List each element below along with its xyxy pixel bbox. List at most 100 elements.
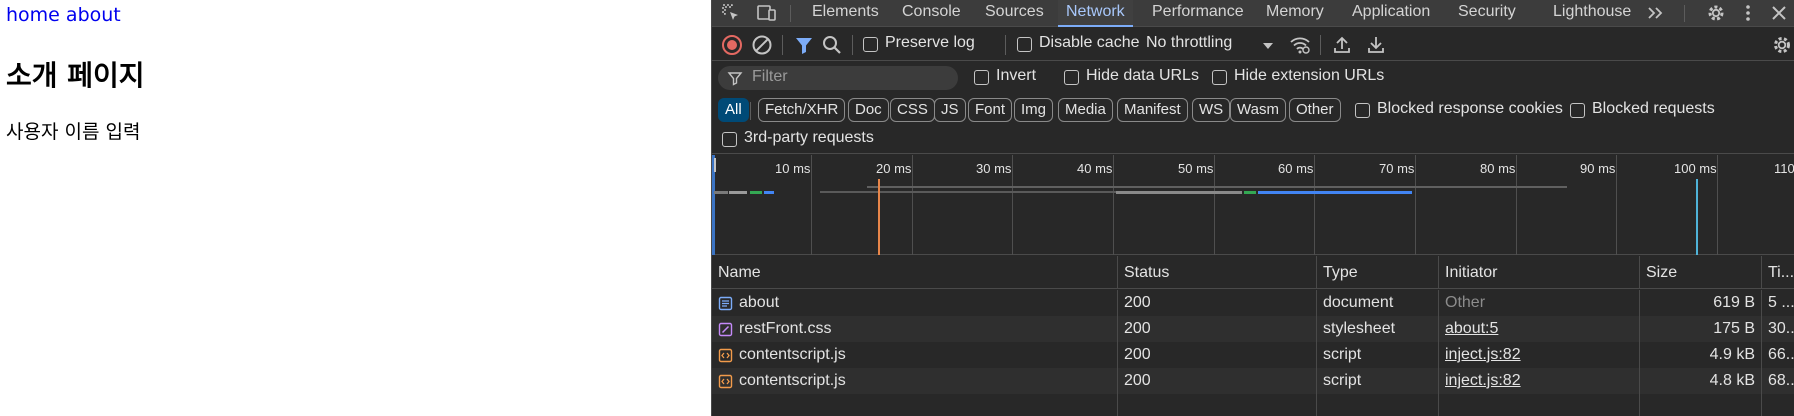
hide-data-urls-checkbox[interactable]: [1064, 70, 1079, 85]
table-row[interactable]: contentscript.js 200 script inject.js:82…: [712, 342, 1794, 368]
timeline-gridline: [811, 155, 812, 255]
column-header-initiator[interactable]: Initiator: [1439, 256, 1640, 289]
timeline-tick: 70 ms: [1379, 161, 1415, 176]
about-link[interactable]: about: [66, 4, 121, 26]
third-party-requests-checkbox[interactable]: [722, 132, 737, 147]
timeline-gridline: [1616, 155, 1617, 255]
more-options-icon[interactable]: [1737, 2, 1759, 24]
request-size: 619 B: [1640, 290, 1762, 316]
more-tabs-icon[interactable]: [1645, 2, 1667, 24]
network-conditions-icon[interactable]: [1288, 33, 1312, 57]
type-filter-js[interactable]: JS: [934, 98, 966, 122]
document-icon: [718, 294, 733, 310]
throttling-select[interactable]: No throttling: [1146, 34, 1232, 52]
column-header-time[interactable]: Ti...: [1762, 256, 1794, 289]
request-time: 66...: [1768, 346, 1794, 363]
request-name: contentscript.js: [712, 368, 1118, 394]
load-event-marker: [1696, 179, 1698, 255]
devtools-panel: Elements Console Sources Network Perform…: [711, 0, 1794, 416]
close-devtools-icon[interactable]: [1768, 2, 1790, 24]
column-header-name[interactable]: Name: [712, 256, 1118, 289]
disable-cache-checkbox[interactable]: [1017, 37, 1032, 52]
timeline-gridline: [1012, 155, 1013, 255]
home-link[interactable]: home: [6, 4, 60, 26]
timeline-overview[interactable]: 10 ms 20 ms 30 ms 40 ms 50 ms 60 ms 70 m…: [712, 155, 1794, 255]
request-type: stylesheet: [1317, 316, 1439, 342]
hide-extension-urls-label: Hide extension URLs: [1234, 67, 1385, 84]
type-filter-manifest[interactable]: Manifest: [1117, 98, 1188, 122]
type-filter-font[interactable]: Font: [968, 98, 1013, 122]
timeline-bar: [729, 191, 747, 194]
chevron-down-icon[interactable]: [1256, 33, 1280, 57]
type-filter-wasm[interactable]: Wasm: [1230, 98, 1286, 122]
type-filter-css[interactable]: CSS: [890, 98, 935, 122]
initiator-link[interactable]: inject.js:82: [1445, 346, 1521, 363]
tab-lighthouse[interactable]: Lighthouse: [1553, 0, 1631, 27]
import-har-icon[interactable]: [1330, 33, 1354, 57]
empty-cell: [1640, 394, 1762, 416]
table-row[interactable]: about 200 document Other 619 B 5 ...: [712, 290, 1794, 316]
invert-checkbox[interactable]: [974, 70, 989, 85]
clear-icon[interactable]: [750, 33, 774, 57]
type-filter-fetch-xhr[interactable]: Fetch/XHR: [758, 98, 846, 122]
network-settings-icon[interactable]: [1770, 33, 1794, 57]
column-header-size[interactable]: Size: [1640, 256, 1762, 289]
preserve-log-checkbox[interactable]: [863, 37, 878, 52]
filter-funnel-icon: [727, 70, 743, 86]
initiator-link[interactable]: about:5: [1445, 320, 1498, 337]
export-har-icon[interactable]: [1364, 33, 1388, 57]
tab-security[interactable]: Security: [1458, 0, 1516, 27]
empty-cell: [712, 394, 1118, 416]
tab-bar-divider: [1684, 5, 1685, 22]
blocked-requests-label: Blocked requests: [1592, 100, 1715, 117]
timeline-selection-grip[interactable]: [714, 158, 716, 172]
inspect-element-icon[interactable]: [720, 2, 742, 24]
timeline-gridline: [912, 155, 913, 255]
timeline-gridline: [1415, 155, 1416, 255]
request-status: 200: [1118, 290, 1317, 316]
tab-memory[interactable]: Memory: [1266, 0, 1324, 27]
request-name-text: contentscript.js: [739, 372, 846, 389]
timeline-bar: [714, 191, 728, 194]
tab-sources[interactable]: Sources: [985, 0, 1044, 27]
type-filter-divider: [750, 102, 751, 120]
timeline-gridline: [1717, 155, 1718, 255]
blocked-requests-checkbox[interactable]: [1570, 103, 1585, 118]
script-icon: [718, 372, 733, 388]
timeline-tick: 30 ms: [976, 161, 1012, 176]
tab-application[interactable]: Application: [1352, 0, 1430, 27]
type-filter-other[interactable]: Other: [1289, 98, 1341, 122]
search-icon[interactable]: [820, 33, 844, 57]
column-header-type[interactable]: Type: [1317, 256, 1439, 289]
blocked-response-cookies-label: Blocked response cookies: [1377, 100, 1563, 117]
request-type: script: [1317, 368, 1439, 394]
request-status: 200: [1118, 368, 1317, 394]
stop-recording-icon[interactable]: [720, 33, 744, 57]
hide-extension-urls-checkbox[interactable]: [1212, 70, 1227, 85]
toolbar-divider: [852, 35, 853, 55]
type-filter-img[interactable]: Img: [1014, 98, 1054, 122]
type-filter-ws[interactable]: WS: [1192, 98, 1231, 122]
table-row[interactable]: contentscript.js 200 script inject.js:82…: [712, 368, 1794, 394]
type-filter-media[interactable]: Media: [1058, 98, 1113, 122]
type-filter-all[interactable]: All: [718, 98, 749, 122]
table-row[interactable]: restFront.css 200 stylesheet about:5 175…: [712, 316, 1794, 342]
device-toolbar-icon[interactable]: [756, 2, 778, 24]
tab-console[interactable]: Console: [902, 0, 961, 27]
dom-content-loaded-marker: [878, 179, 880, 255]
type-filter-doc[interactable]: Doc: [848, 98, 889, 122]
timeline-bar: [867, 186, 1567, 188]
request-status: 200: [1118, 316, 1317, 342]
disable-cache-label: Disable cache: [1039, 34, 1140, 51]
tab-elements[interactable]: Elements: [812, 0, 879, 27]
request-initiator: Other: [1439, 290, 1640, 316]
settings-gear-icon[interactable]: [1705, 2, 1727, 24]
tab-network[interactable]: Network: [1058, 0, 1133, 27]
filter-input[interactable]: Filter: [718, 66, 958, 90]
blocked-response-cookies-checkbox[interactable]: [1355, 103, 1370, 118]
timeline-gridline: [1516, 155, 1517, 255]
initiator-link[interactable]: inject.js:82: [1445, 372, 1521, 389]
filter-funnel-icon[interactable]: [792, 33, 816, 57]
tab-performance[interactable]: Performance: [1152, 0, 1244, 27]
column-header-status[interactable]: Status: [1118, 256, 1317, 289]
